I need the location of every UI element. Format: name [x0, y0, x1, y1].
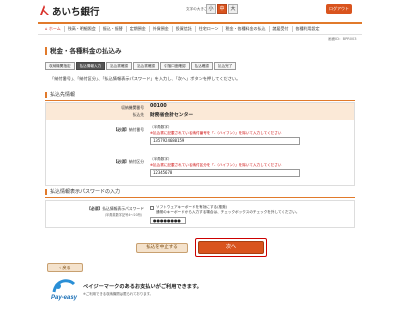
- nav-item-label: ホーム: [48, 26, 61, 31]
- payment-class-label-text: 納付区分: [128, 159, 144, 164]
- required-mark: 【必須】: [113, 127, 129, 132]
- divider: [45, 100, 355, 101]
- software-keyboard-note: 通常のキーボードから入力する場合は、チェックボックスのチェックを外してください。: [156, 210, 300, 214]
- step-item: 払込確認: [190, 62, 213, 70]
- nav-item-investment[interactable]: 投資信託: [173, 26, 196, 32]
- payment-number-label: 【必須】納付番号: [114, 127, 144, 133]
- font-size-small-button[interactable]: 小: [206, 4, 216, 14]
- step-item: 払込完了: [214, 62, 237, 70]
- nav-item-home[interactable]: ⌂ ホーム: [42, 26, 65, 32]
- password-section-heading: 払込情報表示パスワードの入力: [45, 189, 120, 195]
- agency-label: 収納機関番号: [121, 105, 144, 110]
- payee-label: 払込先: [132, 112, 144, 117]
- nav-item-transfer[interactable]: 振込・振替: [100, 26, 127, 32]
- next-button[interactable]: 次へ: [198, 241, 264, 254]
- agency-value: 00100: [150, 104, 167, 109]
- payment-class-label: 【必須】納付区分: [114, 159, 144, 165]
- step-item: 引落口座確認: [160, 62, 190, 70]
- payment-class-note: （半角数字）: [150, 157, 172, 161]
- home-icon: ⌂: [45, 26, 48, 31]
- payeasy-sub-text: ※ご利用できる収納機関は限られております。: [83, 292, 154, 296]
- payee-value: 財務省会計センター: [150, 113, 194, 118]
- agency-row: 収納機関番号 00100 払込先 財務省会計センター: [46, 103, 354, 120]
- payment-number-input[interactable]: 1357924680159: [150, 137, 300, 145]
- password-sub-label: （半角英数字記号4〜20桁）: [102, 213, 144, 217]
- logout-button[interactable]: ログアウト: [326, 4, 352, 14]
- divider: [45, 197, 355, 198]
- payment-info-panel: 収納機関番号 00100 払込先 財務省会計センター 【必須】納付番号 （半角数…: [45, 102, 355, 186]
- payment-class-row: 【必須】納付区分 （半角数字） ※払込書に記載されている納付区分を「-（ハイフン…: [46, 155, 354, 185]
- step-indicator: 収納機関指定 払込情報入力 払込書確認 払込書確認 引落口座確認 払込確認 払込…: [45, 62, 237, 70]
- nav-item-housing-loan[interactable]: 住宅ローン: [196, 26, 223, 32]
- payeasy-headline: ペイジーマークのあるお支払いがご利用できます。: [83, 284, 202, 290]
- instruction-text: 「納付番号」、「納付区分」、「払込情報表示パスワード」を入力し、「次へ」ボタンを…: [50, 76, 241, 81]
- payment-section-heading: 払込先情報: [45, 92, 75, 98]
- bank-logo-icon: [40, 5, 49, 15]
- font-size-medium-button[interactable]: 中: [217, 4, 227, 14]
- nav-item-settings[interactable]: 各種利用設定: [293, 26, 323, 32]
- step-item: 払込書確認: [106, 62, 133, 70]
- step-item: 払込書確認: [133, 62, 160, 70]
- payment-class-input[interactable]: 12345678: [150, 169, 300, 177]
- global-nav: ⌂ ホーム 残高・明細照会 振込・振替 定期預金 外貨預金 投資信託 住宅ローン…: [38, 22, 362, 35]
- payment-number-note: （半角数字）: [150, 125, 172, 129]
- password-panel: 【必須】払込情報表示パスワード （半角英数字記号4〜20桁） ソフトウェアキーボ…: [45, 200, 355, 228]
- payeasy-logo-icon: Pay-easy: [51, 279, 78, 301]
- payment-number-row: 【必須】納付番号 （半角数字） ※払込書に記載されている納付番号を「-（ハイフン…: [46, 123, 354, 153]
- payment-class-warning: ※払込書に記載されている納付区分を「-（ハイフン）」を除いて入力してください: [150, 163, 282, 167]
- step-item-current: 払込情報入力: [75, 62, 106, 70]
- nav-item-time-deposit[interactable]: 定期預金: [127, 26, 150, 32]
- page-title: 税金・各種料金の払込み: [45, 47, 122, 55]
- software-keyboard-checkbox[interactable]: [150, 206, 154, 210]
- font-size-large-button[interactable]: 大: [228, 4, 238, 14]
- step-item: 収納機関指定: [45, 62, 75, 70]
- payment-number-warning: ※払込書に記載されている納付番号を「-（ハイフン）」を除いて入力してください: [150, 131, 282, 135]
- header: あいち銀行 文字の大きさ 小 中 大 ログアウト: [0, 0, 400, 22]
- screen-id: 画面ID：BPR003: [328, 37, 357, 41]
- nav-item-notifications[interactable]: 諸届受付: [270, 26, 293, 32]
- nav-item-balance[interactable]: 残高・明細照会: [65, 26, 100, 32]
- payment-number-label-text: 納付番号: [128, 127, 144, 132]
- password-input[interactable]: ●●●●●●●●: [150, 217, 186, 224]
- nav-item-tax-payment[interactable]: 税金・各種料金の払込: [223, 26, 270, 32]
- bank-name: あいち銀行: [52, 7, 100, 18]
- payeasy-logo-text: Pay-easy: [51, 295, 78, 301]
- chevron-left-icon: ‹: [59, 265, 61, 270]
- back-button-label: 戻る: [62, 265, 71, 270]
- required-mark: 【必須】: [87, 206, 103, 211]
- font-size-label: 文字の大きさ: [186, 7, 208, 11]
- nav-item-foreign-deposit[interactable]: 外貨預金: [150, 26, 173, 32]
- required-mark: 【必須】: [113, 159, 129, 164]
- back-button[interactable]: ‹ 戻る: [47, 263, 83, 272]
- stop-payment-button[interactable]: 払込を中止する: [136, 243, 188, 253]
- password-label-text: 払込情報表示パスワード: [102, 206, 144, 211]
